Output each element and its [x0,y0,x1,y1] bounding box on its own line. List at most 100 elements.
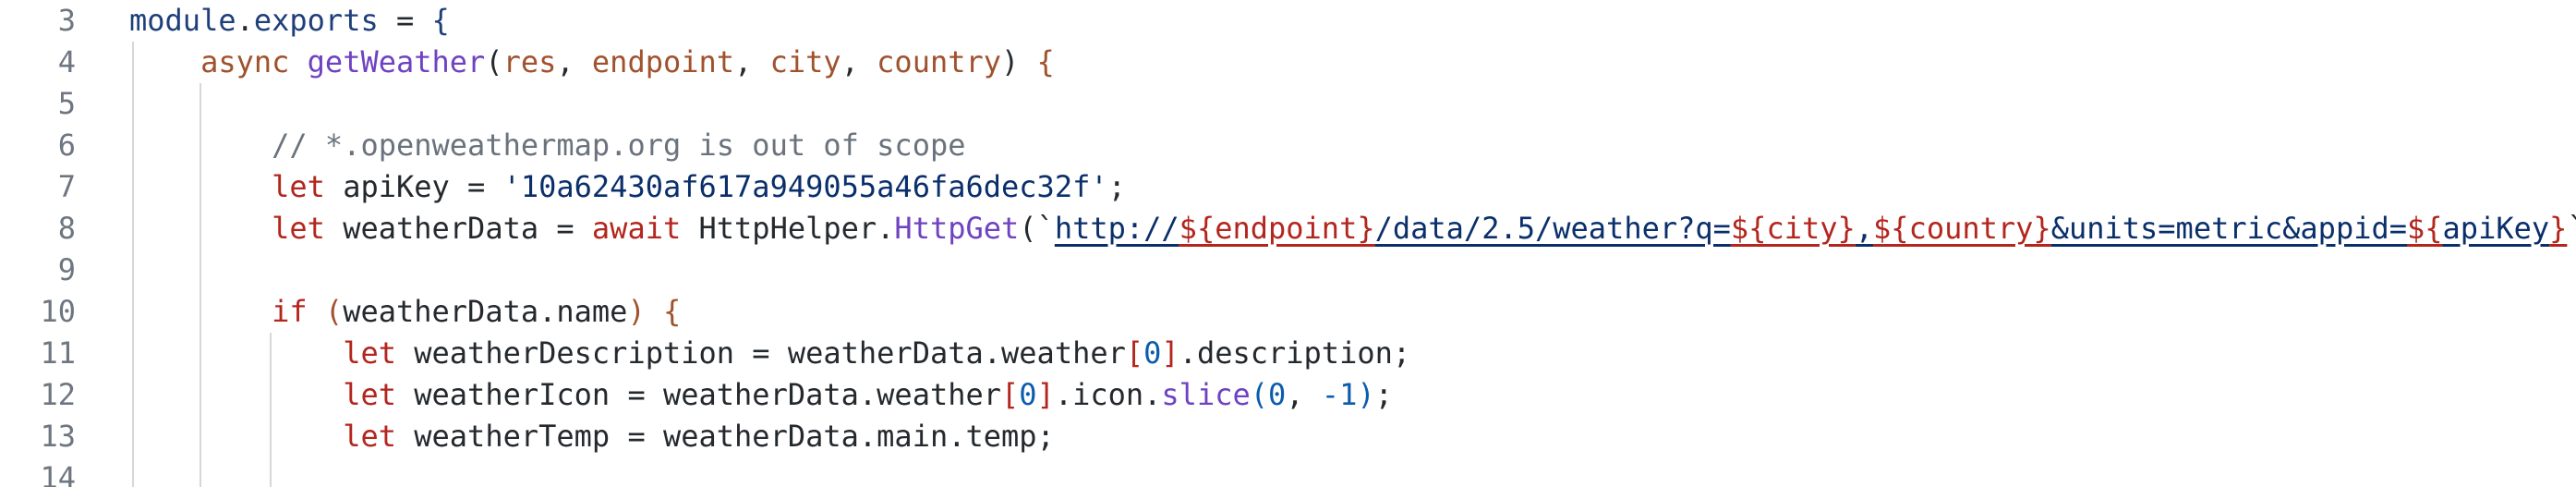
code-token: 0 [1268,377,1287,412]
code-token: let [272,169,325,204]
code-line[interactable]: 5 [0,83,2576,125]
code-line[interactable]: 13 let weatherTemp = weatherData.main.te… [0,416,2576,457]
code-token: &units=metric&appid= [2050,211,2407,246]
code-token: ${ [2407,211,2443,246]
code-token: exports [253,3,379,38]
code-token: /data/2.5/weather?q= [1374,211,1731,246]
code-token: weatherTemp = weatherData.main.temp; [395,419,1055,454]
code-token: weatherData.name [343,294,628,329]
code-token: city [769,44,841,79]
code-token: , [1286,377,1322,412]
code-token: module [129,3,236,38]
line-number: 14 [40,460,76,487]
code-token: , [556,44,592,79]
code-token: , [841,44,877,79]
code-token: . [236,3,254,38]
line-number: 4 [57,44,76,79]
code-token: ) [1357,377,1375,412]
code-token: '10a62430af617a949055a46fa6dec32f' [502,169,1108,204]
code-token: ] [1036,377,1055,412]
line-number: 6 [57,128,76,163]
code-token: await [591,211,682,246]
code-token: 0 [1019,377,1037,412]
code-text[interactable]: let weatherData = await HttpHelper.HttpG… [129,208,2576,250]
code-token: (` [1019,211,1055,246]
line-number: 5 [57,86,76,121]
code-token: ; [1374,377,1393,412]
code-text[interactable]: if (weatherData.name) { [129,291,681,333]
code-token: let [343,377,396,412]
code-token: [ [1001,377,1020,412]
code-token: ; [1107,169,1126,204]
code-editor[interactable]: 3 module.exports = {4 async getWeather(re… [0,0,2576,487]
code-token: , [734,44,770,79]
code-token: weatherData = [324,211,592,246]
code-token: [ [1125,335,1144,371]
line-number: 11 [40,335,76,371]
code-token: } [2549,211,2568,246]
code-text[interactable]: let weatherIcon = weatherData.weather[0]… [129,374,1393,416]
code-line[interactable]: 14 [0,457,2576,487]
code-token: // *.openweathermap.org is out of scope [272,128,966,163]
code-token: ( [324,294,344,329]
code-text[interactable]: async getWeather(res, endpoint, city, co… [129,42,1055,83]
code-token: let [272,211,325,246]
line-number: 8 [57,211,76,246]
code-token: ${city} [1730,211,1856,246]
code-line[interactable]: 4 async getWeather(res, endpoint, city, … [0,42,2576,83]
code-text[interactable]: // *.openweathermap.org is out of scope [129,125,965,166]
code-token: ) [1001,44,1037,79]
line-number: 7 [57,169,76,204]
code-token: slice [1161,377,1251,412]
code-token: ( [485,44,503,79]
code-token: let [343,335,396,371]
code-line[interactable]: 3 module.exports = { [0,0,2576,42]
code-line[interactable]: 10 if (weatherData.name) { [0,291,2576,333]
line-number: 9 [57,252,76,287]
code-line[interactable]: 12 let weatherIcon = weatherData.weather… [0,374,2576,416]
code-token: -1 [1321,377,1358,412]
code-token: http:// [1054,211,1179,246]
code-text[interactable]: let weatherTemp = weatherData.main.temp; [129,416,1055,457]
code-token: res [502,44,557,79]
code-token: weatherIcon = weatherData.weather [395,377,1002,412]
code-text[interactable]: let weatherDescription = weatherData.wea… [129,333,1410,374]
code-token: = [378,3,432,38]
code-token: HttpGet [894,211,1020,246]
code-token: ) [627,294,646,329]
code-token: ${endpoint} [1179,211,1375,246]
code-text[interactable]: module.exports = { [129,0,450,42]
code-token: ] [1161,335,1179,371]
line-number: 12 [40,377,76,412]
code-text[interactable]: let apiKey = '10a62430af617a949055a46fa6… [129,166,1126,208]
line-number: 13 [40,419,76,454]
code-token: endpoint [591,44,735,79]
code-token: `); [2567,211,2576,246]
code-token: { [1036,44,1055,79]
code-token: country [877,44,1002,79]
code-line[interactable]: 6 // *.openweathermap.org is out of scop… [0,125,2576,166]
code-token: let [343,419,396,454]
code-token: weatherDescription = weatherData.weather [395,335,1126,371]
code-token: ${country} [1873,211,2051,246]
code-token: { [662,294,682,329]
code-token: .description; [1179,335,1411,371]
code-line[interactable]: 9 [0,250,2576,291]
code-line[interactable]: 8 let weatherData = await HttpHelper.Htt… [0,208,2576,250]
code-line[interactable]: 7 let apiKey = '10a62430af617a949055a46f… [0,166,2576,208]
line-number: 10 [40,294,76,329]
code-token: , [1855,211,1874,246]
code-token: apiKey = [324,169,503,204]
code-token: 0 [1143,335,1162,371]
code-line[interactable]: 11 let weatherDescription = weatherData.… [0,333,2576,374]
code-token: getWeather [307,44,486,79]
